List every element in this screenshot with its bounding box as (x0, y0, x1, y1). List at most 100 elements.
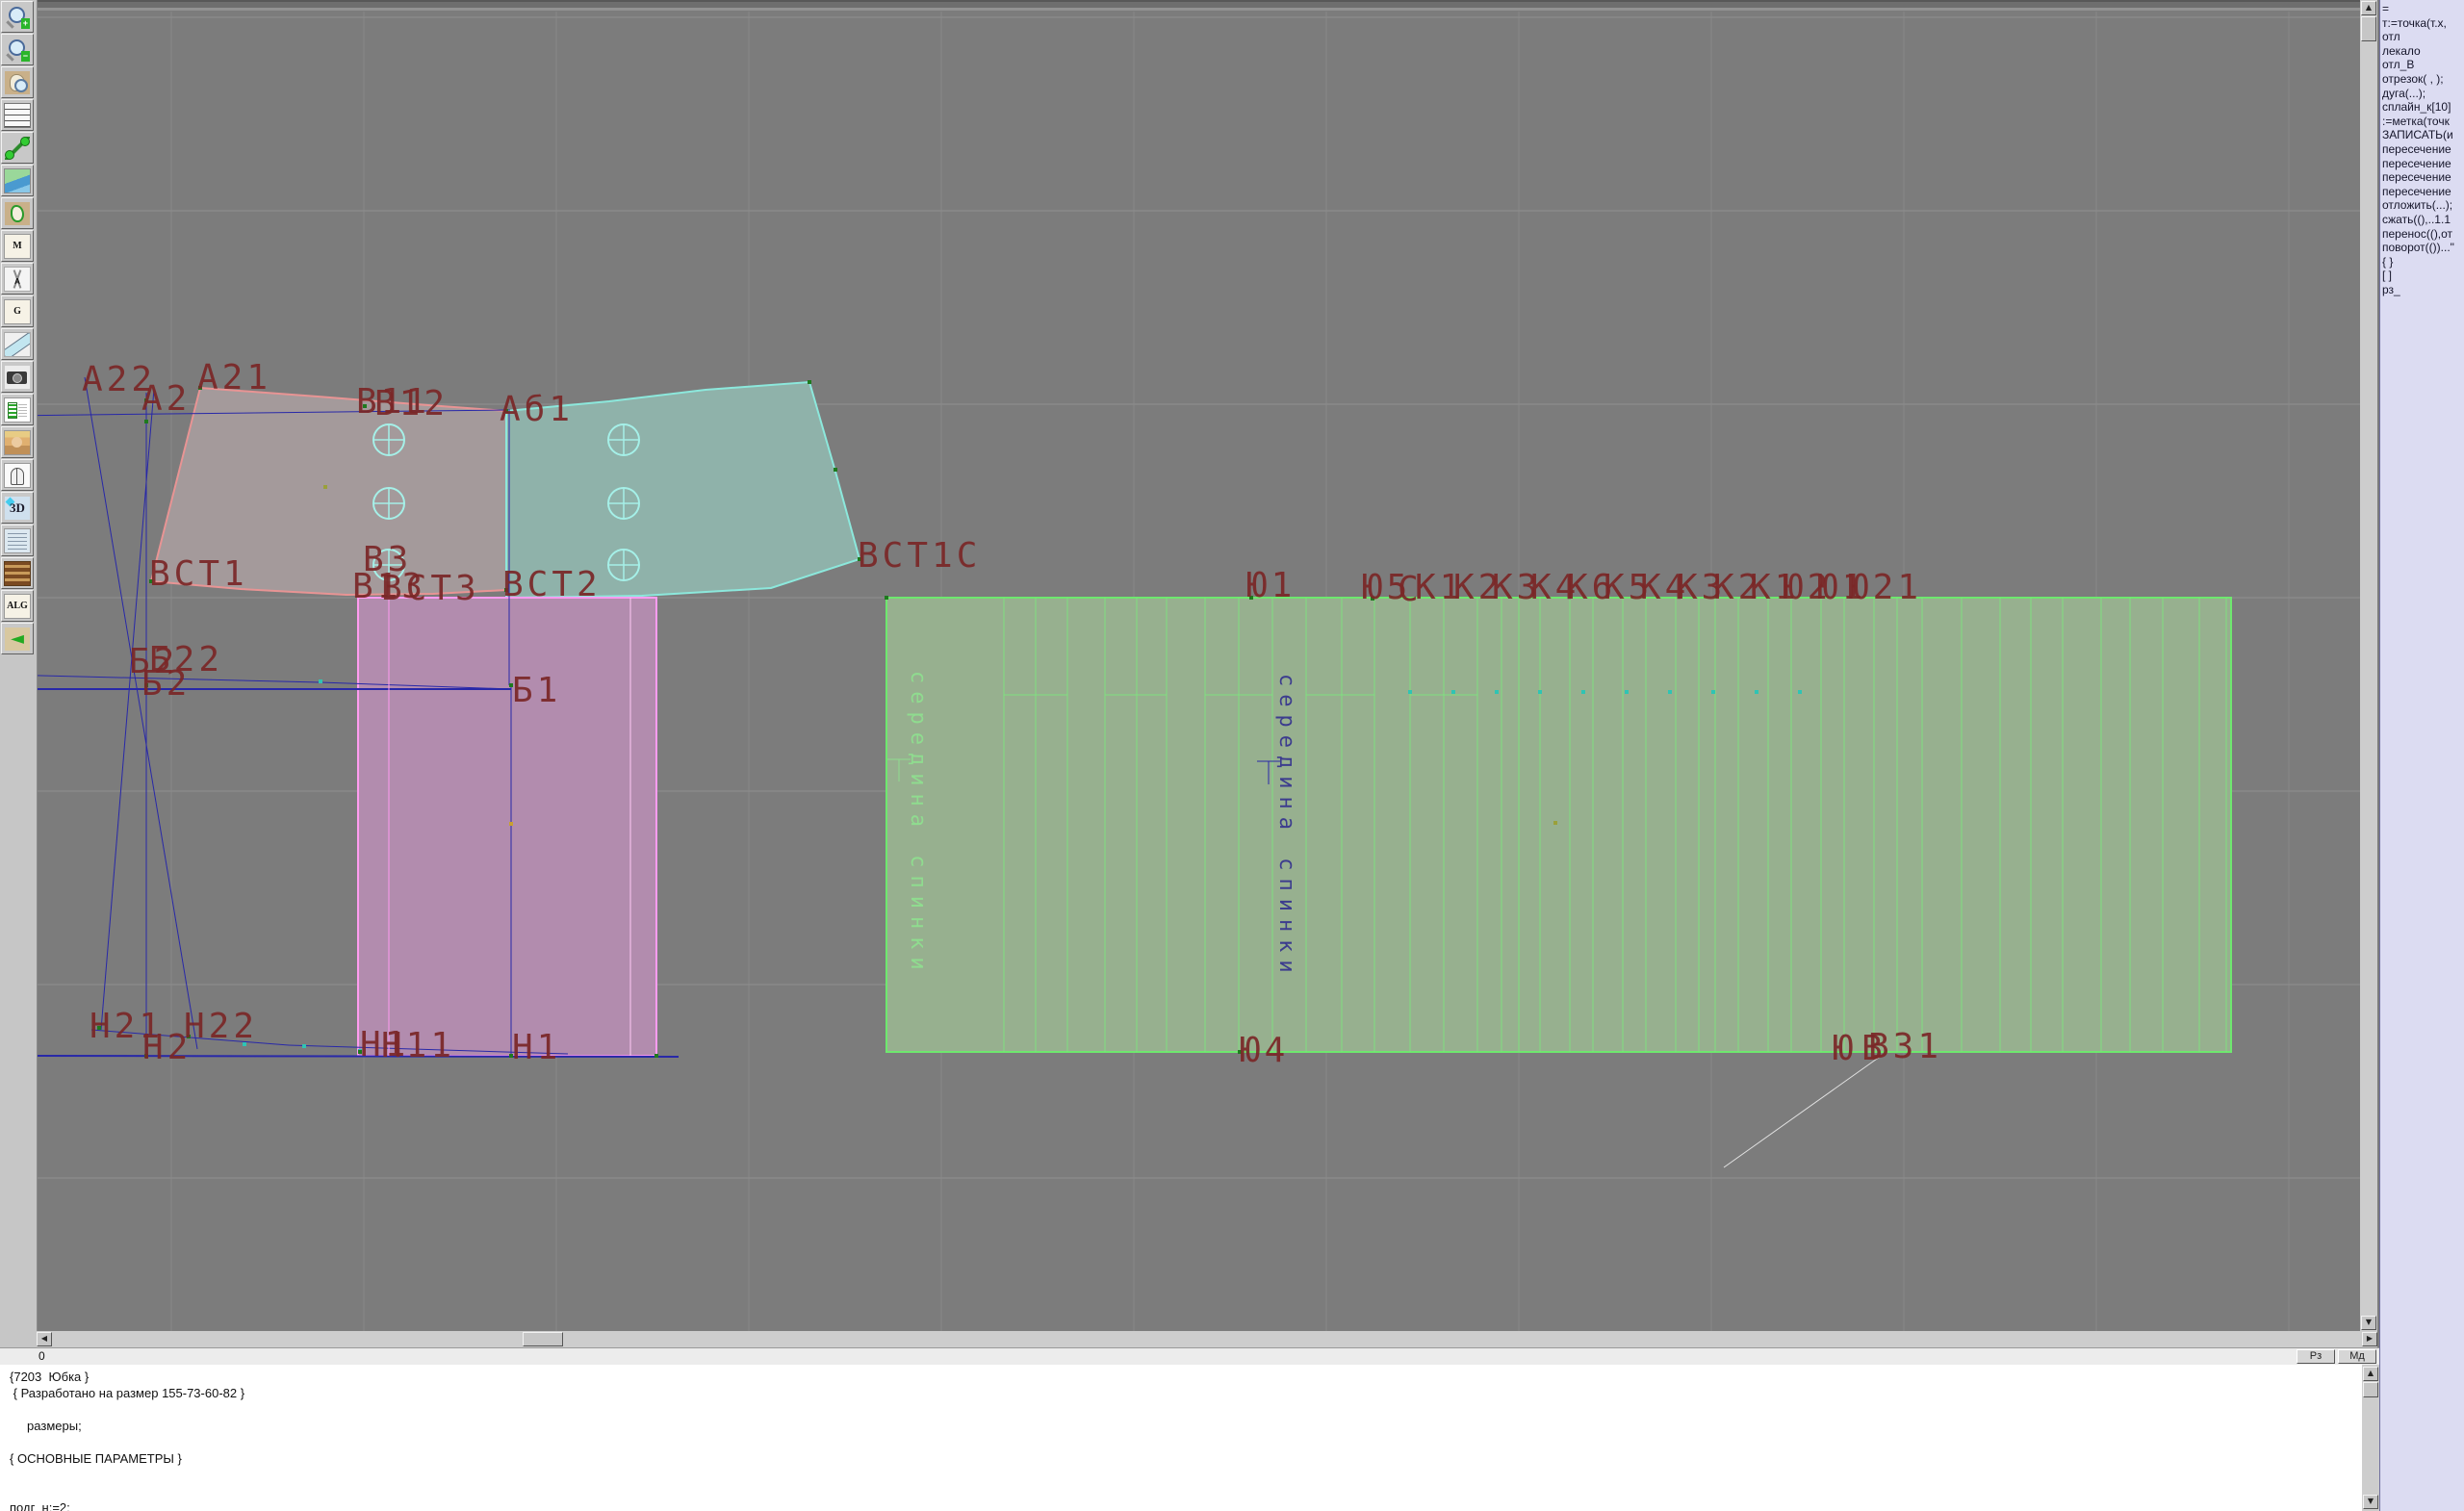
point-marker (834, 468, 837, 472)
notch-dot (1625, 690, 1629, 694)
image-icon-glyph (4, 168, 31, 193)
pleated-back-piece (886, 598, 2231, 1052)
command-item[interactable]: дуга(...); (2382, 87, 2464, 101)
zoom-in-icon[interactable]: + (1, 1, 34, 33)
app-window: +−MАG3DALG◄ А22А2А21В11В12Аб1ВСТ1В3В13ВС… (0, 0, 2464, 1511)
code-vscroll-thumb[interactable] (2363, 1382, 2378, 1397)
report-table-icon[interactable] (1, 394, 34, 425)
point-label: ВСТ1С (858, 536, 981, 576)
rz-button[interactable]: Рз (2297, 1349, 2335, 1364)
command-item[interactable]: рз_ (2382, 283, 2464, 297)
notes-list-icon-glyph (4, 528, 31, 553)
notch-dot (1668, 690, 1672, 694)
code-scroll-up-icon[interactable]: ▲ (2363, 1367, 2378, 1381)
command-item[interactable]: лекало (2382, 44, 2464, 59)
point-label: ВСТ1 (149, 554, 248, 594)
point-label: В31 (1868, 1027, 1942, 1066)
construction-line (37, 1056, 679, 1057)
grid-icon-glyph (4, 103, 31, 128)
g-tool-icon-glyph: G (4, 299, 31, 324)
point-label: Н1 (512, 1028, 561, 1067)
segment-tool-icon[interactable] (1, 132, 34, 164)
program-text-area[interactable]: {7203 Юбка } { Разработано на размер 155… (0, 1365, 2362, 1511)
command-item[interactable]: = (2382, 2, 2464, 16)
view-3d-icon[interactable]: 3D (1, 492, 34, 524)
hscroll-thumb[interactable] (523, 1332, 563, 1346)
command-item[interactable]: пересечение (2382, 142, 2464, 157)
drawing-canvas[interactable]: А22А2А21В11В12Аб1ВСТ1В3В13ВСТ3ВСТ2ВСТ1СБ… (37, 0, 2360, 1331)
command-item[interactable]: сжать((),..1.1 (2382, 213, 2464, 227)
command-item[interactable]: поворот(())..." (2382, 241, 2464, 255)
piece-preview-icon[interactable] (1, 66, 34, 98)
camera-icon[interactable] (1, 361, 34, 393)
algorithm-icon[interactable]: ALG (1, 590, 34, 622)
scroll-right-icon[interactable]: ▶ (2362, 1332, 2377, 1346)
scroll-down-icon[interactable]: ▼ (2361, 1316, 2376, 1330)
notch-dot (1538, 690, 1542, 694)
command-item[interactable]: отложить(...); (2382, 198, 2464, 213)
md-button[interactable]: Мд (2338, 1349, 2376, 1364)
canvas-hscrollbar[interactable]: ◀ ▶ (37, 1331, 2377, 1347)
garment-sketch-icon[interactable] (1, 459, 34, 491)
report-table-icon-glyph (4, 397, 31, 423)
code-line: размеры; (10, 1418, 2362, 1434)
point-label: ВСТ3 (381, 569, 480, 608)
zoom-in-icon-glyph: + (5, 6, 30, 29)
code-line (10, 1483, 2362, 1499)
books-icon-glyph (4, 561, 31, 586)
notch-dot (1711, 690, 1715, 694)
scroll-up-icon[interactable]: ▲ (2361, 1, 2376, 15)
command-item[interactable]: т:=точка(т.х, (2382, 16, 2464, 31)
notch-dot (1755, 690, 1758, 694)
command-item[interactable]: отл (2382, 30, 2464, 44)
pattern-outline-icon[interactable] (1, 197, 34, 229)
canvas-vscrollbar[interactable]: ▲ ▼ (2360, 0, 2377, 1331)
code-line (10, 1434, 2362, 1450)
command-item[interactable]: отл_В (2382, 58, 2464, 72)
notch-dot (1553, 821, 1557, 825)
piece-preview-icon-glyph (5, 71, 30, 94)
pattern-m-icon[interactable]: M (1, 230, 34, 262)
vscroll-thumb[interactable] (2361, 16, 2376, 41)
command-item[interactable]: пересечение (2382, 170, 2464, 185)
pattern-outline-icon-glyph (5, 202, 30, 225)
status-bar: 0 Рз Мд (0, 1347, 2379, 1366)
command-item[interactable]: пересечение (2382, 185, 2464, 199)
centre-back-text: середина спинки (906, 671, 930, 978)
point-label: В12 (374, 384, 449, 423)
notes-list-icon[interactable] (1, 525, 34, 556)
ruler-icon[interactable] (1, 328, 34, 360)
pattern-scene: А22А2А21В11В12Аб1ВСТ1В3В13ВСТ3ВСТ2ВСТ1СБ… (37, 0, 2360, 1331)
command-item[interactable]: отрезок( , ); (2382, 72, 2464, 87)
command-item[interactable]: { } (2382, 255, 2464, 269)
command-item[interactable]: :=метка(точк (2382, 115, 2464, 129)
view-3d-icon-glyph: 3D (5, 497, 30, 520)
model-photo-icon[interactable] (1, 426, 34, 458)
camera-icon-glyph (5, 366, 30, 389)
grid-icon[interactable] (1, 99, 34, 131)
notch-dot (1798, 690, 1802, 694)
code-vscrollbar[interactable]: ▲ ▼ (2362, 1365, 2379, 1511)
toolbar: + − MАG 3D ALG◄ (0, 0, 38, 1347)
scroll-left-icon[interactable]: ◀ (37, 1332, 52, 1346)
point-label: Б2 (141, 664, 191, 704)
notch-dot (1451, 690, 1455, 694)
command-item[interactable]: [ ] (2382, 269, 2464, 283)
command-item[interactable]: пересечение (2382, 157, 2464, 171)
g-tool-icon[interactable]: G (1, 295, 34, 327)
notch-dot (1408, 690, 1412, 694)
point-label: Аб1 (500, 390, 574, 429)
point-label: Ю1 (1246, 566, 1296, 605)
point-label: Б1 (512, 671, 561, 710)
segment-tool-icon-glyph (5, 137, 30, 160)
command-item[interactable]: перенос((),от (2382, 227, 2464, 242)
image-icon[interactable] (1, 165, 34, 196)
books-icon[interactable] (1, 557, 34, 589)
code-scroll-down-icon[interactable]: ▼ (2363, 1495, 2378, 1509)
drafting-tools-icon[interactable]: А (1, 263, 34, 295)
zoom-out-icon[interactable]: − (1, 34, 34, 65)
notch-dot (509, 822, 513, 826)
clear-canvas-icon[interactable]: ◄ (1, 623, 34, 654)
command-item[interactable]: ЗАПИСАТЬ(и (2382, 128, 2464, 142)
command-item[interactable]: сплайн_к[10] (2382, 100, 2464, 115)
